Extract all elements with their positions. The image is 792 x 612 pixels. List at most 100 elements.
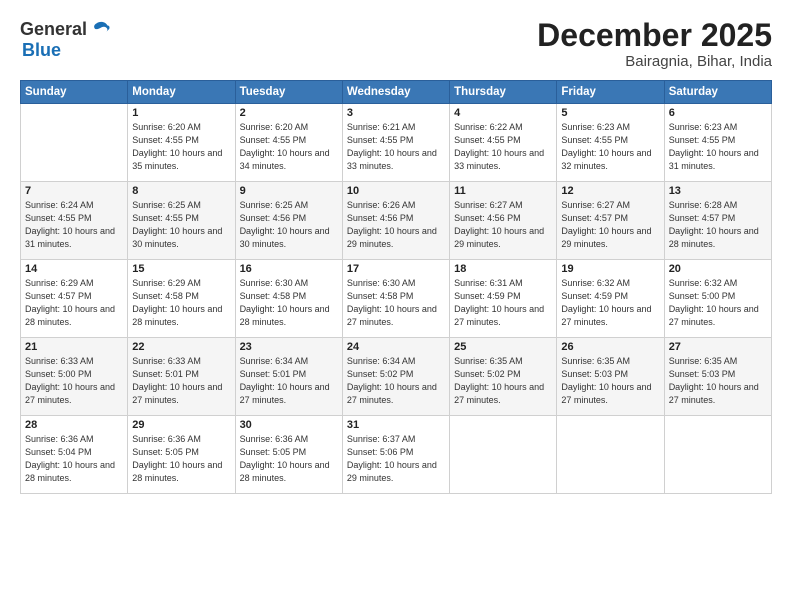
- day-number: 8: [132, 185, 230, 197]
- table-row: 17 Sunrise: 6:30 AMSunset: 4:58 PMDayligh…: [342, 260, 449, 338]
- table-row: 3 Sunrise: 6:21 AMSunset: 4:55 PMDaylight…: [342, 104, 449, 182]
- day-detail: Sunrise: 6:26 AMSunset: 4:56 PMDaylight:…: [347, 199, 445, 251]
- page-header: General Blue December 2025 Bairagnia, Bi…: [20, 18, 772, 70]
- day-detail: Sunrise: 6:21 AMSunset: 4:55 PMDaylight:…: [347, 121, 445, 173]
- col-wednesday: Wednesday: [342, 81, 449, 104]
- day-number: 4: [454, 107, 552, 119]
- calendar-week-row: 7 Sunrise: 6:24 AMSunset: 4:55 PMDaylight…: [21, 182, 772, 260]
- day-number: 2: [240, 107, 338, 119]
- day-number: 6: [669, 107, 767, 119]
- day-number: 29: [132, 419, 230, 431]
- table-row: 1 Sunrise: 6:20 AMSunset: 4:55 PMDaylight…: [128, 104, 235, 182]
- day-detail: Sunrise: 6:36 AMSunset: 5:04 PMDaylight:…: [25, 433, 123, 485]
- day-number: 16: [240, 263, 338, 275]
- logo-text: General: [20, 18, 111, 40]
- table-row: 2Sunrise: 6:20 AMSunset: 4:55 PMDaylight…: [235, 104, 342, 182]
- day-number: 25: [454, 341, 552, 353]
- month-title: December 2025: [537, 18, 772, 53]
- col-friday: Friday: [557, 81, 664, 104]
- day-detail: Sunrise: 6:33 AMSunset: 5:00 PMDaylight:…: [25, 355, 123, 407]
- day-number: 3: [347, 107, 445, 119]
- day-detail: Sunrise: 6:30 AMSunset: 4:58 PMDaylight:…: [240, 277, 338, 329]
- table-row: 30 Sunrise: 6:36 AMSunset: 5:05 PMDayligh…: [235, 416, 342, 494]
- day-detail: Sunrise: 6:28 AMSunset: 4:57 PMDaylight:…: [669, 199, 767, 251]
- day-number: 13: [669, 185, 767, 197]
- day-number: 24: [347, 341, 445, 353]
- day-detail: Sunrise: 6:29 AMSunset: 4:58 PMDaylight:…: [132, 277, 230, 329]
- logo-bird-icon: [89, 18, 111, 40]
- logo: General Blue: [20, 18, 111, 61]
- day-number: 19: [561, 263, 659, 275]
- day-number: 28: [25, 419, 123, 431]
- calendar-week-row: 21 Sunrise: 6:33 AMSunset: 5:00 PMDayligh…: [21, 338, 772, 416]
- table-row: 16 Sunrise: 6:30 AMSunset: 4:58 PMDayligh…: [235, 260, 342, 338]
- day-detail: Sunrise: 6:29 AMSunset: 4:57 PMDaylight:…: [25, 277, 123, 329]
- day-detail: Sunrise: 6:32 AMSunset: 4:59 PMDaylight:…: [561, 277, 659, 329]
- day-number: 14: [25, 263, 123, 275]
- day-detail: Sunrise: 6:24 AMSunset: 4:55 PMDaylight:…: [25, 199, 123, 251]
- day-number: 1: [132, 107, 230, 119]
- table-row: 15Sunrise: 6:29 AMSunset: 4:58 PMDayligh…: [128, 260, 235, 338]
- table-row: 6Sunrise: 6:23 AMSunset: 4:55 PMDaylight…: [664, 104, 771, 182]
- day-detail: Sunrise: 6:35 AMSunset: 5:03 PMDaylight:…: [669, 355, 767, 407]
- table-row: 8Sunrise: 6:25 AMSunset: 4:55 PMDaylight…: [128, 182, 235, 260]
- day-number: 12: [561, 185, 659, 197]
- table-row: 19 Sunrise: 6:32 AMSunset: 4:59 PMDayligh…: [557, 260, 664, 338]
- day-detail: Sunrise: 6:36 AMSunset: 5:05 PMDaylight:…: [132, 433, 230, 485]
- table-row: [21, 104, 128, 182]
- day-detail: Sunrise: 6:23 AMSunset: 4:55 PMDaylight:…: [561, 121, 659, 173]
- table-row: 9 Sunrise: 6:25 AMSunset: 4:56 PMDaylight…: [235, 182, 342, 260]
- table-row: 11 Sunrise: 6:27 AMSunset: 4:56 PMDayligh…: [450, 182, 557, 260]
- table-row: [557, 416, 664, 494]
- day-number: 17: [347, 263, 445, 275]
- day-number: 11: [454, 185, 552, 197]
- table-row: 27 Sunrise: 6:35 AMSunset: 5:03 PMDayligh…: [664, 338, 771, 416]
- day-detail: Sunrise: 6:22 AMSunset: 4:55 PMDaylight:…: [454, 121, 552, 173]
- calendar-week-row: 28 Sunrise: 6:36 AMSunset: 5:04 PMDayligh…: [21, 416, 772, 494]
- table-row: 28 Sunrise: 6:36 AMSunset: 5:04 PMDayligh…: [21, 416, 128, 494]
- table-row: 24Sunrise: 6:34 AMSunset: 5:02 PMDayligh…: [342, 338, 449, 416]
- day-number: 20: [669, 263, 767, 275]
- day-detail: Sunrise: 6:33 AMSunset: 5:01 PMDaylight:…: [132, 355, 230, 407]
- title-block: December 2025 Bairagnia, Bihar, India: [537, 18, 772, 70]
- table-row: 18 Sunrise: 6:31 AMSunset: 4:59 PMDayligh…: [450, 260, 557, 338]
- day-detail: Sunrise: 6:31 AMSunset: 4:59 PMDaylight:…: [454, 277, 552, 329]
- calendar-week-row: 14 Sunrise: 6:29 AMSunset: 4:57 PMDayligh…: [21, 260, 772, 338]
- day-detail: Sunrise: 6:27 AMSunset: 4:57 PMDaylight:…: [561, 199, 659, 251]
- location-subtitle: Bairagnia, Bihar, India: [537, 53, 772, 70]
- day-number: 26: [561, 341, 659, 353]
- table-row: [450, 416, 557, 494]
- table-row: 13 Sunrise: 6:28 AMSunset: 4:57 PMDayligh…: [664, 182, 771, 260]
- day-detail: Sunrise: 6:27 AMSunset: 4:56 PMDaylight:…: [454, 199, 552, 251]
- day-detail: Sunrise: 6:34 AMSunset: 5:01 PMDaylight:…: [240, 355, 338, 407]
- day-number: 5: [561, 107, 659, 119]
- day-number: 30: [240, 419, 338, 431]
- day-detail: Sunrise: 6:35 AMSunset: 5:03 PMDaylight:…: [561, 355, 659, 407]
- table-row: 10 Sunrise: 6:26 AMSunset: 4:56 PMDayligh…: [342, 182, 449, 260]
- table-row: [664, 416, 771, 494]
- day-detail: Sunrise: 6:25 AMSunset: 4:56 PMDaylight:…: [240, 199, 338, 251]
- col-tuesday: Tuesday: [235, 81, 342, 104]
- day-detail: Sunrise: 6:32 AMSunset: 5:00 PMDaylight:…: [669, 277, 767, 329]
- day-number: 7: [25, 185, 123, 197]
- table-row: 21 Sunrise: 6:33 AMSunset: 5:00 PMDayligh…: [21, 338, 128, 416]
- table-row: 5 Sunrise: 6:23 AMSunset: 4:55 PMDaylight…: [557, 104, 664, 182]
- calendar-header-row: Sunday Monday Tuesday Wednesday Thursday…: [21, 81, 772, 104]
- day-number: 9: [240, 185, 338, 197]
- table-row: 20 Sunrise: 6:32 AMSunset: 5:00 PMDayligh…: [664, 260, 771, 338]
- day-detail: Sunrise: 6:36 AMSunset: 5:05 PMDaylight:…: [240, 433, 338, 485]
- day-detail: Sunrise: 6:20 AMSunset: 4:55 PMDaylight:…: [132, 121, 230, 173]
- table-row: 12 Sunrise: 6:27 AMSunset: 4:57 PMDayligh…: [557, 182, 664, 260]
- table-row: 31Sunrise: 6:37 AMSunset: 5:06 PMDayligh…: [342, 416, 449, 494]
- day-number: 21: [25, 341, 123, 353]
- table-row: 22Sunrise: 6:33 AMSunset: 5:01 PMDayligh…: [128, 338, 235, 416]
- day-number: 18: [454, 263, 552, 275]
- day-number: 27: [669, 341, 767, 353]
- table-row: 25Sunrise: 6:35 AMSunset: 5:02 PMDayligh…: [450, 338, 557, 416]
- day-number: 10: [347, 185, 445, 197]
- day-detail: Sunrise: 6:30 AMSunset: 4:58 PMDaylight:…: [347, 277, 445, 329]
- table-row: 26 Sunrise: 6:35 AMSunset: 5:03 PMDayligh…: [557, 338, 664, 416]
- col-sunday: Sunday: [21, 81, 128, 104]
- table-row: 23Sunrise: 6:34 AMSunset: 5:01 PMDayligh…: [235, 338, 342, 416]
- table-row: 29 Sunrise: 6:36 AMSunset: 5:05 PMDayligh…: [128, 416, 235, 494]
